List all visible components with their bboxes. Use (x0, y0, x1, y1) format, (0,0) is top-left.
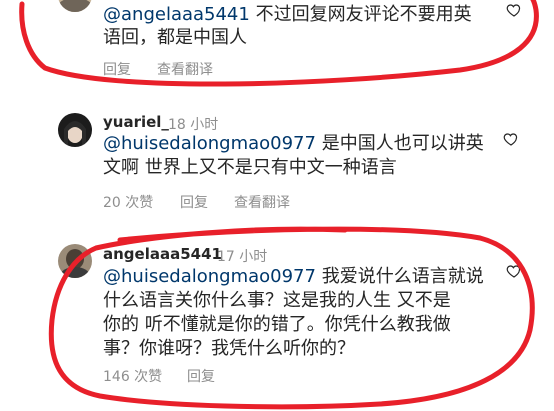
comment-text-line-2: 什么语言关你什么事？这是我的人生 又不是 (103, 290, 451, 312)
comment-text: 不过回复网友评论不要用英 (249, 4, 472, 25)
reply-button[interactable]: 回复 (180, 192, 208, 212)
comment-text-line-1: @huisedalongmao0977 是中国人也可以讲英 (103, 133, 484, 155)
like-count[interactable]: 20 次赞 (103, 192, 153, 212)
see-translation-button[interactable]: 查看翻译 (234, 192, 290, 212)
comment-timestamp: 18 小时 (168, 117, 219, 133)
comment-text-line-3: 你的 听不懂就是你的错了。你凭什么教我做 (103, 314, 451, 336)
comment-text: 我爱说什么语言就说 (315, 266, 484, 287)
avatar-icon[interactable] (58, 244, 92, 278)
comment-text: 语回，都是中国人 (103, 27, 247, 48)
comment-text: 文啊 世界上又不是只有中文一种语言 (103, 157, 397, 178)
comment-text: 你的 听不懂就是你的错了。你凭什么教我做 (103, 314, 451, 335)
see-translation-button[interactable]: 查看翻译 (157, 59, 213, 79)
comment-text-line-2: 语回，都是中国人 (103, 27, 247, 49)
comment-timestamp: 17 小时 (217, 249, 268, 265)
comment-text: 事？你谁呀？我凭什么听你的？ (103, 338, 355, 359)
avatar-image (58, 0, 92, 12)
reply-button[interactable]: 回复 (103, 59, 131, 79)
comments-screenshot: @angelaaa5441 不过回复网友评论不要用英 语回，都是中国人 回复 查… (0, 0, 554, 411)
comment-text: 什么语言关你什么事？这是我的人生 又不是 (103, 290, 451, 311)
reply-button[interactable]: 回复 (187, 366, 215, 386)
mention-link[interactable]: @angelaaa5441 (103, 4, 250, 25)
comment-text: 是中国人也可以讲英 (315, 133, 484, 154)
avatar-image (58, 113, 92, 147)
like-count[interactable]: 146 次赞 (103, 366, 162, 386)
heart-icon[interactable] (506, 263, 522, 279)
comment-text-line-1: @angelaaa5441 不过回复网友评论不要用英 (103, 4, 472, 26)
comment-username[interactable]: angelaaa5441 (103, 245, 222, 263)
avatar-icon[interactable] (58, 0, 92, 12)
avatar-icon[interactable] (58, 113, 92, 147)
heart-icon[interactable] (506, 2, 522, 18)
comment-username[interactable]: yuariel_ (103, 113, 169, 131)
comment-text-line-2: 文啊 世界上又不是只有中文一种语言 (103, 157, 397, 179)
mention-link[interactable]: @huisedalongmao0977 (103, 266, 316, 287)
avatar-image (58, 244, 92, 278)
mention-link[interactable]: @huisedalongmao0977 (103, 133, 316, 154)
comment-text-line-4: 事？你谁呀？我凭什么听你的？ (103, 338, 355, 360)
comment-text-line-1: @huisedalongmao0977 我爱说什么语言就说 (103, 266, 484, 288)
heart-icon[interactable] (503, 131, 519, 147)
